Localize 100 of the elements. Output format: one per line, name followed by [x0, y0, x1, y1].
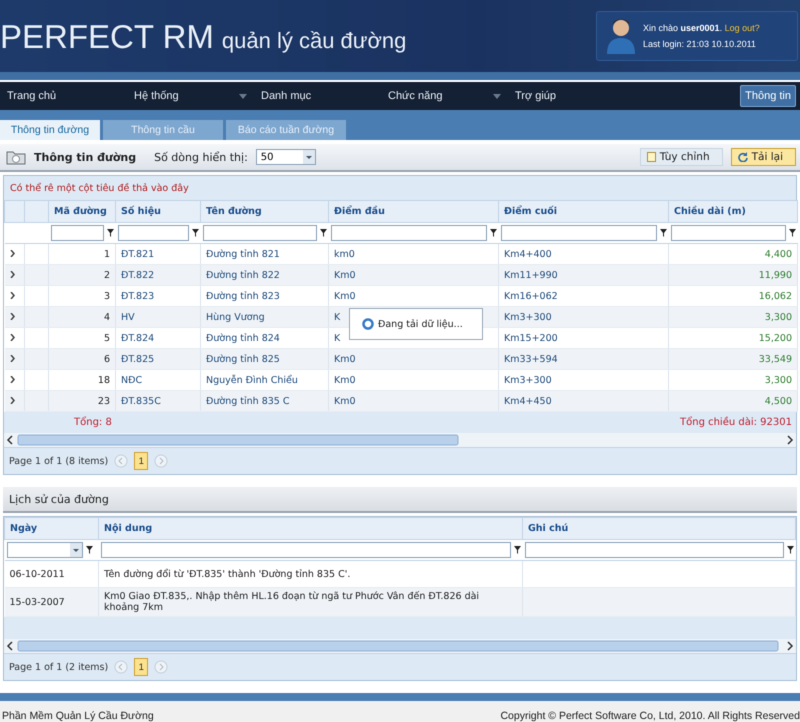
filter-field[interactable]: [118, 225, 188, 241]
table-cell: Km3+300: [498, 306, 668, 328]
filter-icon[interactable]: [514, 546, 520, 554]
menu-item[interactable]: Trợ giúp: [508, 90, 635, 102]
table-cell: Km0 Giao ĐT.835,. Nhập thêm HL.16 đoạn từ ngã tư Phước Vân đến ĐT.826 dài khoảng 7km: [98, 588, 522, 616]
section-title: Lịch sử của đường: [3, 487, 797, 513]
column-header[interactable]: Điểm đầu: [328, 200, 498, 222]
rows-dropdown[interactable]: 50: [256, 149, 316, 165]
app-subtitle: quản lý cầu đường: [222, 28, 406, 54]
column-header[interactable]: Nội dung: [98, 518, 522, 540]
expand-icon[interactable]: [10, 312, 14, 320]
table-cell: Nguyễn Đình Chiểu: [200, 370, 328, 390]
logout-link[interactable]: Log out?: [724, 23, 760, 33]
table-cell: NĐC: [116, 370, 200, 390]
table-cell: HV: [116, 306, 200, 328]
filter-icon[interactable]: [192, 229, 198, 237]
table-cell: Km0: [328, 370, 498, 390]
table-cell: 15-03-2007: [4, 588, 98, 616]
table-cell: 6: [48, 348, 116, 370]
table-cell: Đường tỉnh 822: [200, 264, 328, 286]
filter-icon[interactable]: [786, 546, 794, 554]
filter-field[interactable]: [202, 225, 316, 241]
table-cell: Km4+450: [498, 390, 668, 412]
column-header[interactable]: Số hiệu: [116, 200, 200, 222]
loading-text: Đang tải dữ liệu...: [378, 318, 463, 330]
expand-icon[interactable]: [10, 334, 14, 340]
user-avatar-icon: [607, 18, 635, 54]
greeting-text: Xin chào user0001. Log out?: [643, 23, 760, 33]
horizontal-scrollbar[interactable]: [4, 433, 796, 447]
table-cell: Km15+200: [498, 328, 668, 348]
column-header[interactable]: Mã đường: [48, 200, 116, 222]
last-login-text: Last login: 21:03 10.10.2011: [643, 39, 757, 49]
filter-field[interactable]: [100, 542, 510, 558]
filter-icon[interactable]: [106, 229, 114, 237]
table-cell: 4,400: [668, 244, 798, 264]
table-cell: Hùng Vương: [200, 306, 328, 328]
column-header[interactable]: Tên đường: [200, 200, 328, 222]
filter-icon[interactable]: [490, 229, 496, 237]
table-cell: 3,300: [668, 306, 798, 328]
table-cell: Đường tỉnh 824: [200, 328, 328, 348]
expand-icon[interactable]: [10, 376, 14, 382]
table-cell: ĐT.824: [116, 328, 200, 348]
table-cell: 5: [48, 328, 116, 348]
column-header[interactable]: Chiều dài (m): [668, 200, 798, 222]
filter-icon[interactable]: [788, 229, 796, 237]
table-cell: Km4+400: [498, 244, 668, 264]
filter-field[interactable]: [330, 225, 486, 241]
table-cell: Km16+062: [498, 286, 668, 306]
page-info: Page 1 of 1 (2 items): [9, 662, 108, 672]
reload-button[interactable]: Tải lại: [730, 148, 796, 166]
table-cell: 1: [48, 244, 116, 264]
filter-icon[interactable]: [660, 229, 666, 237]
menu-item[interactable]: Chức năng: [381, 90, 508, 102]
page-button[interactable]: 1: [134, 452, 148, 470]
table-cell: Km11+990: [498, 264, 668, 286]
expand-icon[interactable]: [10, 354, 14, 362]
table-cell: 11,990: [668, 264, 798, 286]
page-info: Page 1 of 1 (8 items): [9, 456, 108, 466]
expand-icon[interactable]: [10, 270, 14, 278]
menu-item[interactable]: Hệ thống: [127, 90, 254, 102]
dropdown-caret-icon: [493, 94, 501, 98]
table-cell: 4,500: [668, 390, 798, 412]
filter-field[interactable]: [500, 225, 656, 241]
note-icon: [646, 152, 656, 162]
filter-icon[interactable]: [86, 546, 92, 554]
filter-field[interactable]: [524, 542, 784, 558]
table-cell: ĐT.821: [116, 244, 200, 264]
column-header[interactable]: Ghi chú: [522, 518, 796, 540]
table-cell: Đường tỉnh 823: [200, 286, 328, 306]
page-button[interactable]: 1: [134, 658, 148, 676]
expand-icon[interactable]: [10, 396, 14, 404]
copyright-text: Copyright © Perfect Software Co, Ltd, 2010. All Rights Reserved: [500, 710, 800, 722]
group-hint: Có thể rê một cột tiêu đề thả vào đây: [9, 182, 190, 196]
filter-field[interactable]: [50, 225, 104, 241]
table-cell: 18: [48, 370, 116, 390]
horizontal-scrollbar[interactable]: [4, 639, 796, 653]
expand-icon[interactable]: [10, 250, 14, 256]
column-header[interactable]: Ngày: [4, 518, 98, 540]
table-cell: 3,300: [668, 370, 798, 390]
table-cell: Đường tỉnh 821: [200, 244, 328, 264]
filter-icon[interactable]: [320, 229, 326, 237]
table-cell: Đường tỉnh 835 C: [200, 390, 328, 412]
info-button[interactable]: Thông tin: [740, 85, 796, 107]
table-cell: ĐT.823: [116, 286, 200, 306]
menu-item[interactable]: Trang chủ: [0, 90, 127, 102]
table-cell: 4: [48, 306, 116, 328]
row-count: Tổng: 8: [74, 417, 112, 428]
menu-item[interactable]: Danh mục: [254, 90, 381, 102]
customize-button[interactable]: Tùy chỉnh: [640, 148, 723, 166]
reload-icon: [738, 152, 748, 162]
table-cell: 3: [48, 286, 116, 306]
table-cell: 23: [48, 390, 116, 412]
expand-icon[interactable]: [10, 292, 14, 298]
footer-text: Phần Mềm Quản Lý Cầu Đường: [2, 710, 154, 722]
app-title: PERFECT RM: [0, 18, 214, 56]
tab[interactable]: Thông tin đường: [0, 120, 100, 140]
column-header[interactable]: Điểm cuối: [498, 200, 668, 222]
filter-field[interactable]: [670, 225, 786, 241]
table-cell: ĐT.825: [116, 348, 200, 370]
folder-icon: [6, 149, 26, 165]
